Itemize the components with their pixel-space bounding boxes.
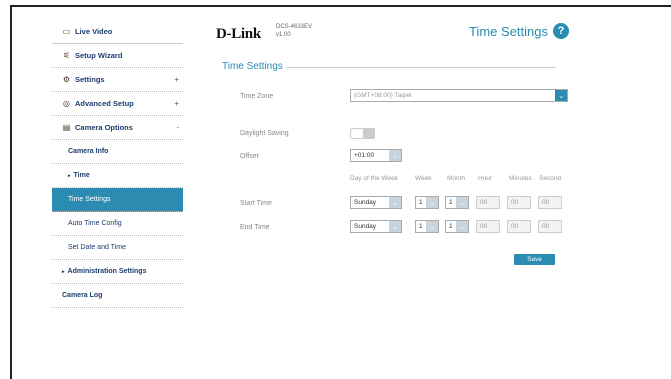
chevron-down-icon: ⌄ [389,221,401,232]
end-day-select[interactable]: Sunday ⌄ [350,220,402,233]
sidebar-item-label: Settings [75,75,105,84]
collapse-icon: - [176,123,179,132]
start-second-input[interactable]: 00 [538,196,562,209]
gear-icon: ⚙ [62,75,71,84]
expand-icon: + [174,75,179,84]
start-month-select[interactable]: 1 ⌄ [445,196,469,209]
section-title: Time Settings [222,61,283,72]
start-hour-input[interactable]: 00 [476,196,500,209]
dlink-logo: D-Link [216,26,261,42]
start-time-label: Start Time [240,200,272,207]
sidebar-item-label: Setup Wizard [75,51,123,60]
sidebar-item-label: Live Video [75,27,113,36]
end-minutes-input[interactable]: 00 [507,220,531,233]
sidebar-item-time[interactable]: ▸ Time [52,164,183,188]
model-name: DCS-4633EV [276,24,313,30]
video-icon: ▭ [62,27,71,36]
firmware-version: v1.00 [276,32,291,38]
model-info: DCS-4633EV v1.00 [276,23,312,39]
sidebar-item-label: Camera Options [75,123,133,132]
camera-options-icon: ▤ [62,123,71,132]
end-month-select[interactable]: 1 ⌄ [445,220,469,233]
wand-icon: ⚟ [62,51,71,60]
sidebar-item-label: Advanced Setup [75,99,134,108]
sidebar-item-settings[interactable]: ⚙ Settings + [52,68,183,92]
toggle-knob [351,129,363,138]
end-hour-input[interactable]: 00 [476,220,500,233]
column-header-month: Month [447,175,466,182]
bullet-icon: ▸ [68,172,71,179]
end-week-select[interactable]: 1 ⌄ [415,220,439,233]
column-header-day: Day of the Week [350,175,398,182]
sidebar-item-advanced-setup[interactable]: ◎ Advanced Setup + [52,92,183,116]
sidebar-item-camera-log[interactable]: Camera Log [52,284,183,308]
sidebar-item-live-video[interactable]: ▭ Live Video [52,20,183,44]
sidebar-item-set-date-time[interactable]: Set Date and Time [52,236,183,260]
time-zone-label: Time Zone [240,93,274,100]
advanced-icon: ◎ [63,99,70,108]
sidebar: ▭ Live Video ⚟ Setup Wizard ⚙ Settings + ◎ A… [52,20,183,308]
chevron-down-icon: ⌄ [456,221,468,232]
offset-label: Offset [240,153,259,160]
start-day-select[interactable]: Sunday ⌄ [350,196,402,209]
column-header-hour: Hour [478,175,493,182]
page-title: Time Settings ? [469,23,569,39]
chevron-down-icon: ⌄ [456,197,468,208]
help-icon[interactable]: ? [553,23,569,39]
start-week-select[interactable]: 1 ⌄ [415,196,439,209]
save-button[interactable]: Save [514,254,555,265]
daylight-saving-label: Daylight Saving [240,130,289,137]
column-header-minutes: Minutes [509,175,532,182]
chevron-down-icon: ⌄ [555,90,567,101]
start-minutes-input[interactable]: 00 [507,196,531,209]
sidebar-item-time-settings[interactable]: Time Settings [52,188,183,212]
sidebar-item-auto-time-config[interactable]: Auto Time Config [52,212,183,236]
chevron-down-icon: ⌄ [426,221,438,232]
column-header-week: Week [415,175,432,182]
offset-select[interactable]: +01:00 ⌄ [350,149,402,162]
column-header-second: Second [539,175,562,182]
time-zone-select[interactable]: (GMT+08:00) Taipei ⌄ [350,89,568,102]
chevron-down-icon: ⌄ [389,197,401,208]
sidebar-item-setup-wizard[interactable]: ⚟ Setup Wizard [52,44,183,68]
section-divider [287,67,556,68]
sidebar-item-camera-info[interactable]: Camera Info [52,140,183,164]
bullet-icon: ▸ [62,268,65,275]
expand-icon: + [174,99,179,108]
sidebar-item-administration[interactable]: ▸ Administration Settings [52,260,183,284]
end-time-label: End Time [240,224,270,231]
sidebar-item-camera-options[interactable]: ▤ Camera Options - [52,116,183,140]
daylight-saving-toggle[interactable] [350,128,375,139]
chevron-down-icon: ⌄ [426,197,438,208]
chevron-down-icon: ⌄ [389,150,401,161]
end-second-input[interactable]: 00 [538,220,562,233]
